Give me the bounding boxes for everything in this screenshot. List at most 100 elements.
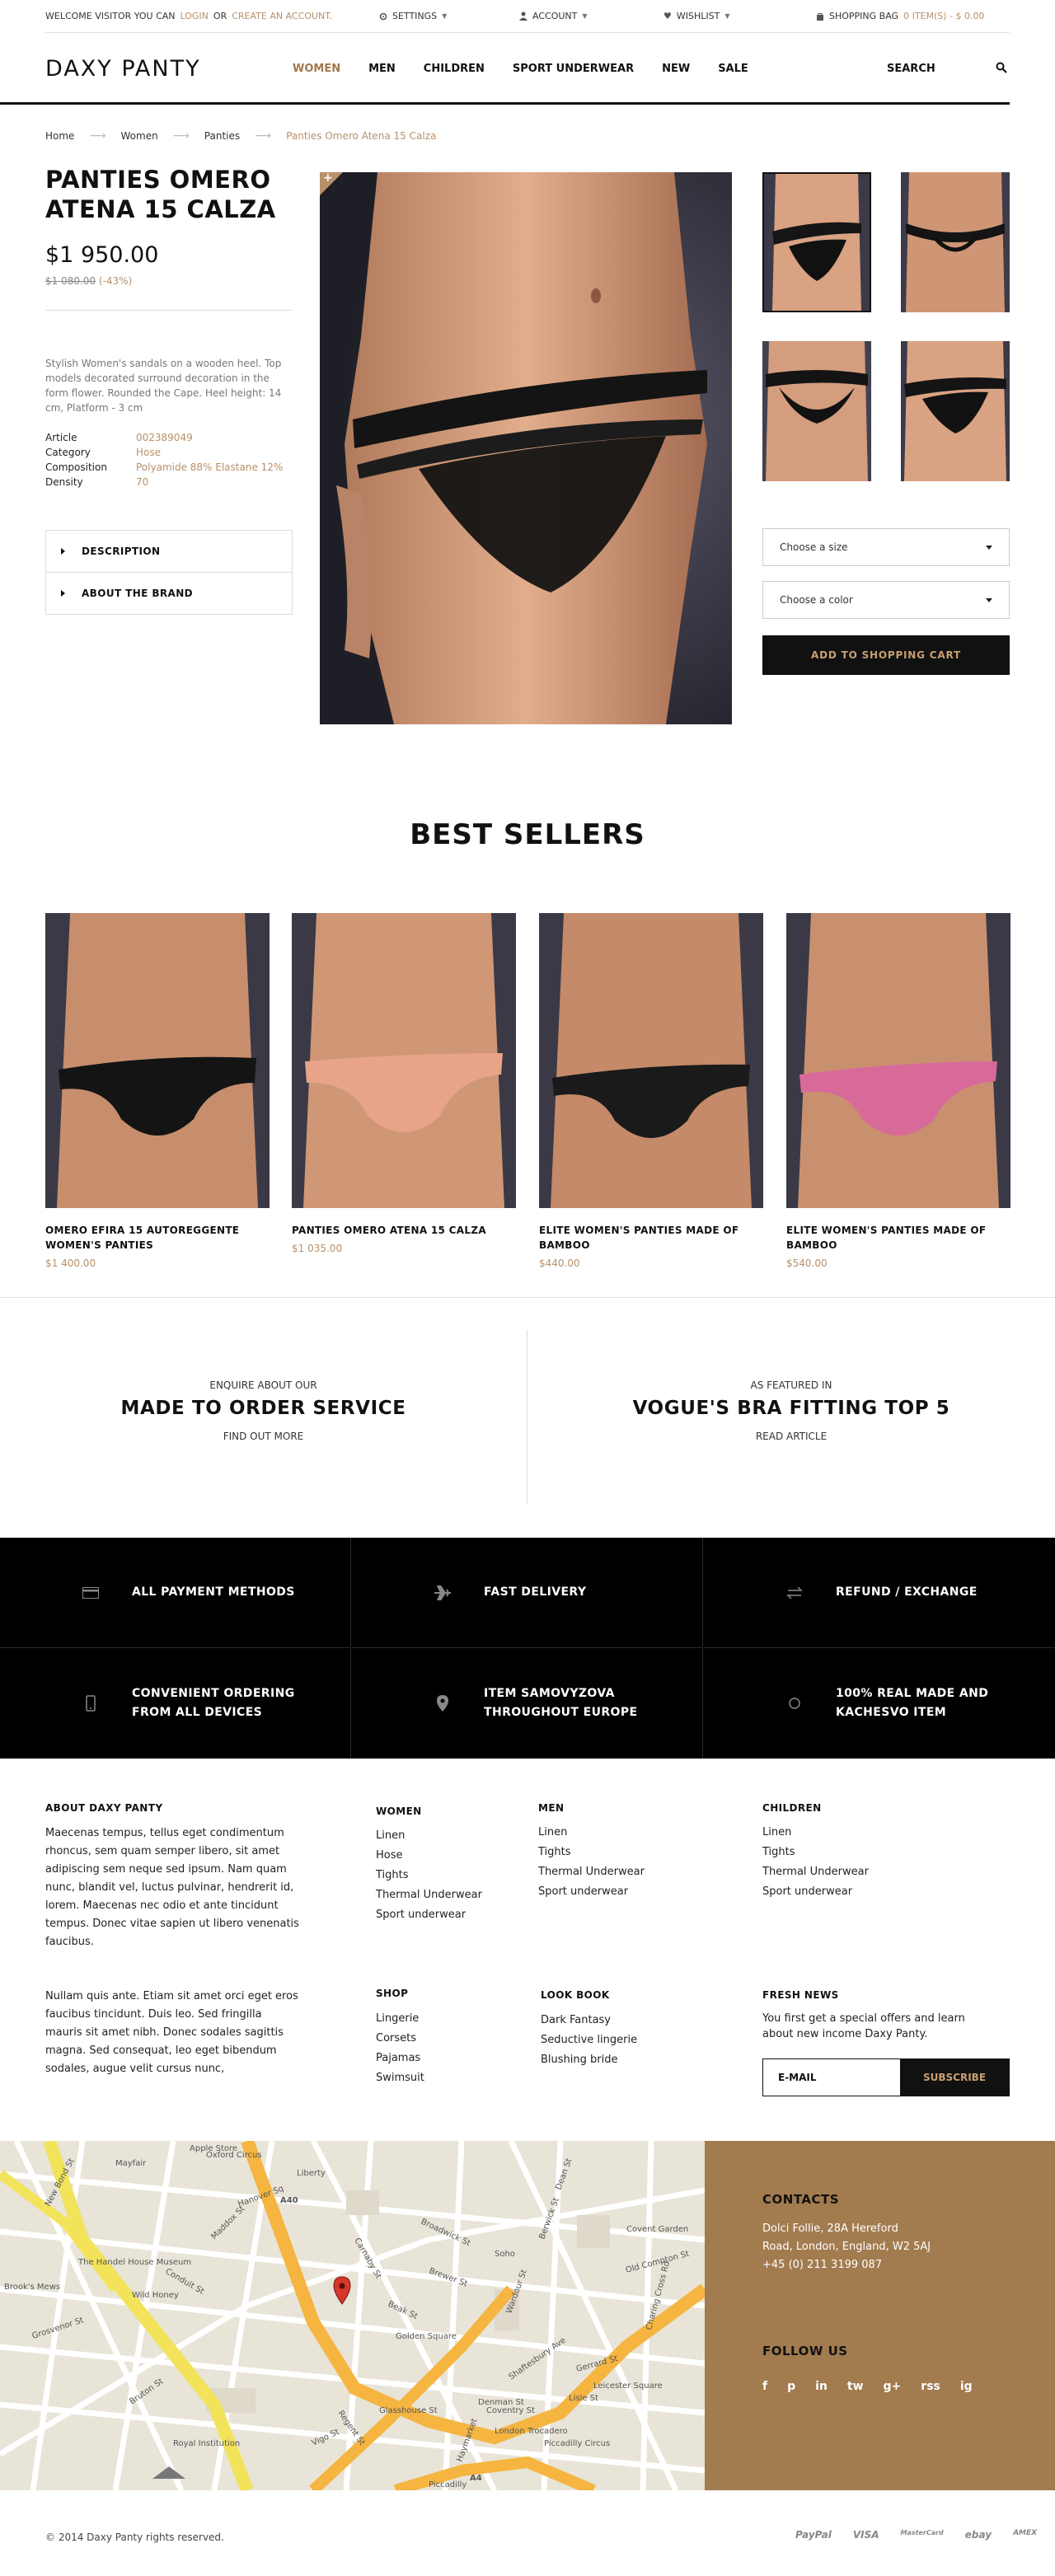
svg-text:Wild Honey: Wild Honey bbox=[132, 2291, 179, 2300]
footer-link[interactable]: Blushing bride bbox=[541, 2050, 637, 2070]
product-card-image[interactable] bbox=[539, 913, 763, 1208]
breadcrumb-home[interactable]: Home bbox=[45, 130, 74, 142]
nav-sale[interactable]: SALE bbox=[718, 63, 748, 75]
footer-link[interactable]: Linen bbox=[538, 1823, 645, 1843]
nav-sport-underwear[interactable]: SPORT UNDERWEAR bbox=[513, 63, 634, 75]
facebook-icon[interactable]: f bbox=[762, 2380, 767, 2393]
footer-link[interactable]: Tights bbox=[538, 1843, 645, 1862]
product-description: Stylish Women's sandals on a wooden heel… bbox=[45, 358, 282, 414]
wishlist-menu[interactable]: ♥ WISHLIST ▼ bbox=[663, 11, 729, 21]
wishlist-label: WISHLIST bbox=[676, 11, 720, 21]
bag-count: 0 ITEM(S) - $ 0.00 bbox=[903, 11, 985, 21]
chevron-down-icon bbox=[986, 545, 992, 550]
plus-icon: + bbox=[323, 171, 333, 185]
footer-link[interactable]: Tights bbox=[376, 1866, 482, 1885]
nav-new[interactable]: NEW bbox=[662, 63, 690, 75]
product-photo bbox=[786, 913, 1010, 1208]
footer-link[interactable]: Dark Fantasy bbox=[541, 2011, 637, 2030]
spec-row: Density 70 bbox=[45, 475, 283, 489]
google-plus-icon[interactable]: g+ bbox=[884, 2380, 902, 2393]
product-card-name[interactable]: PANTIES OMERO ATENA 15 CALZA bbox=[292, 1223, 516, 1238]
account-label: ACCOUNT bbox=[532, 11, 578, 21]
feature-label: REFUND / EXCHANGE bbox=[836, 1585, 978, 1599]
footer-link[interactable]: Swimsuit bbox=[376, 2068, 424, 2088]
search-label[interactable]: SEARCH bbox=[887, 63, 935, 75]
product-thumbnail[interactable] bbox=[762, 172, 871, 312]
footer-link[interactable]: Sport underwear bbox=[538, 1882, 645, 1902]
footer-link[interactable]: Linen bbox=[376, 1826, 482, 1846]
location-map[interactable]: New Bond St Regent St Mayfair Piccadilly… bbox=[0, 2141, 705, 2490]
twitter-icon[interactable]: tw bbox=[847, 2380, 864, 2393]
breadcrumb-women[interactable]: Women bbox=[121, 130, 158, 142]
footer-link[interactable]: Pajamas bbox=[376, 2049, 424, 2068]
promo-title: MADE TO ORDER SERVICE bbox=[120, 1398, 406, 1419]
settings-menu[interactable]: SETTINGS ▼ bbox=[379, 11, 447, 21]
logo[interactable]: DAXY PANTY bbox=[45, 56, 201, 82]
gear-icon bbox=[379, 12, 387, 20]
size-select[interactable]: Choose a size bbox=[762, 528, 1010, 566]
breadcrumb-panties[interactable]: Panties bbox=[204, 130, 240, 142]
product-card-image[interactable] bbox=[45, 913, 270, 1208]
product-card-name[interactable]: ELITE WOMEN'S PANTIES MADE OF BAMBOO bbox=[539, 1223, 763, 1253]
rss-icon[interactable]: rss bbox=[921, 2380, 940, 2393]
instagram-icon[interactable]: ig bbox=[960, 2380, 973, 2393]
nav-men[interactable]: MEN bbox=[368, 63, 396, 75]
accordion-about-brand[interactable]: ABOUT THE BRAND bbox=[45, 572, 293, 615]
search-icon[interactable] bbox=[996, 62, 1007, 73]
accordion-description[interactable]: DESCRIPTION bbox=[45, 530, 293, 573]
arrow-right-icon: ⟶ bbox=[172, 129, 190, 143]
promo-kicker: AS FEATURED IN bbox=[750, 1379, 832, 1391]
footer-link[interactable]: Thermal Underwear bbox=[376, 1885, 482, 1905]
subscribe-button[interactable]: SUBSCRIBE bbox=[900, 2059, 1009, 2096]
product-card-image[interactable] bbox=[292, 913, 516, 1208]
product-card-name[interactable]: OMERO EFIRA 15 AUTOREGGENTE WOMEN'S PANT… bbox=[45, 1223, 270, 1253]
site-header: DAXY PANTY WOMEN MEN CHILDREN SPORT UNDE… bbox=[45, 33, 1010, 104]
product-main-image[interactable] bbox=[320, 172, 732, 724]
product-thumbnail[interactable] bbox=[901, 341, 1010, 481]
account-menu[interactable]: ACCOUNT ▼ bbox=[519, 11, 588, 21]
create-account-link[interactable]: CREATE AN ACCOUNT. bbox=[232, 11, 332, 21]
footer-link[interactable]: Thermal Underwear bbox=[538, 1862, 645, 1882]
promo-link[interactable]: READ ARTICLE bbox=[528, 1431, 1055, 1442]
shopping-bag[interactable]: SHOPPING BAG 0 ITEM(S) - $ 0.00 bbox=[816, 11, 985, 21]
svg-text:Apple Store: Apple Store bbox=[190, 2144, 237, 2153]
best-sellers-title: BEST SELLERS bbox=[410, 818, 645, 851]
arrow-right-icon: ⟶ bbox=[89, 129, 106, 143]
footer-link[interactable]: Linen bbox=[762, 1823, 869, 1843]
nav-children[interactable]: CHILDREN bbox=[424, 63, 485, 75]
linkedin-icon[interactable]: in bbox=[815, 2380, 828, 2393]
footer-men-list: Linen Tights Thermal Underwear Sport und… bbox=[538, 1823, 645, 1902]
phone-number[interactable]: +45 (0) 211 3199 087 bbox=[762, 2256, 931, 2274]
chevron-down-icon: ▼ bbox=[724, 12, 730, 20]
nav-women[interactable]: WOMEN bbox=[293, 63, 340, 75]
svg-text:Royal Institution: Royal Institution bbox=[173, 2439, 240, 2448]
footer-link[interactable]: Seductive lingerie bbox=[541, 2030, 637, 2050]
footer-link[interactable]: Thermal Underwear bbox=[762, 1862, 869, 1882]
product-card-image[interactable] bbox=[786, 913, 1010, 1208]
thumbnail-photo bbox=[762, 341, 871, 481]
footer-link[interactable]: Lingerie bbox=[376, 2009, 424, 2029]
welcome-message: WELCOME VISITOR YOU CAN LOGIN OR CREATE … bbox=[45, 11, 332, 21]
chevron-down-icon bbox=[986, 597, 992, 602]
add-to-cart-button[interactable]: ADD TO SHOPPING CART bbox=[762, 635, 1010, 675]
footer-link[interactable]: Sport underwear bbox=[762, 1882, 869, 1902]
footer-shop-title: SHOP bbox=[376, 1988, 409, 1999]
login-link[interactable]: LOGIN bbox=[181, 11, 209, 21]
promo-link[interactable]: FIND OUT MORE bbox=[0, 1431, 527, 1442]
footer-link[interactable]: Hose bbox=[376, 1846, 482, 1866]
or-text: OR bbox=[213, 11, 227, 21]
product-thumbnail[interactable] bbox=[901, 172, 1010, 312]
pinterest-icon[interactable]: p bbox=[787, 2380, 795, 2393]
footer-news-title: FRESH NEWS bbox=[762, 1989, 839, 2001]
product-card-name[interactable]: ELITE WOMEN'S PANTIES MADE OF BAMBOO bbox=[786, 1223, 1010, 1253]
footer-link[interactable]: Corsets bbox=[376, 2029, 424, 2049]
svg-text:Leicester Square: Leicester Square bbox=[593, 2382, 663, 2391]
email-input[interactable]: E-MAIL bbox=[763, 2059, 900, 2096]
footer-link[interactable]: Sport underwear bbox=[376, 1905, 482, 1925]
footer-link[interactable]: Tights bbox=[762, 1843, 869, 1862]
feature-devices: CONVENIENT ORDERING FROM ALL DEVICES bbox=[0, 1648, 351, 1759]
product-thumbnail[interactable] bbox=[762, 341, 871, 481]
feature-label: ITEM SAMOVYZOVA THROUGHOUT EUROPE bbox=[484, 1687, 638, 1719]
color-select[interactable]: Choose a color bbox=[762, 581, 1010, 619]
feature-label: ALL PAYMENT METHODS bbox=[132, 1585, 295, 1599]
